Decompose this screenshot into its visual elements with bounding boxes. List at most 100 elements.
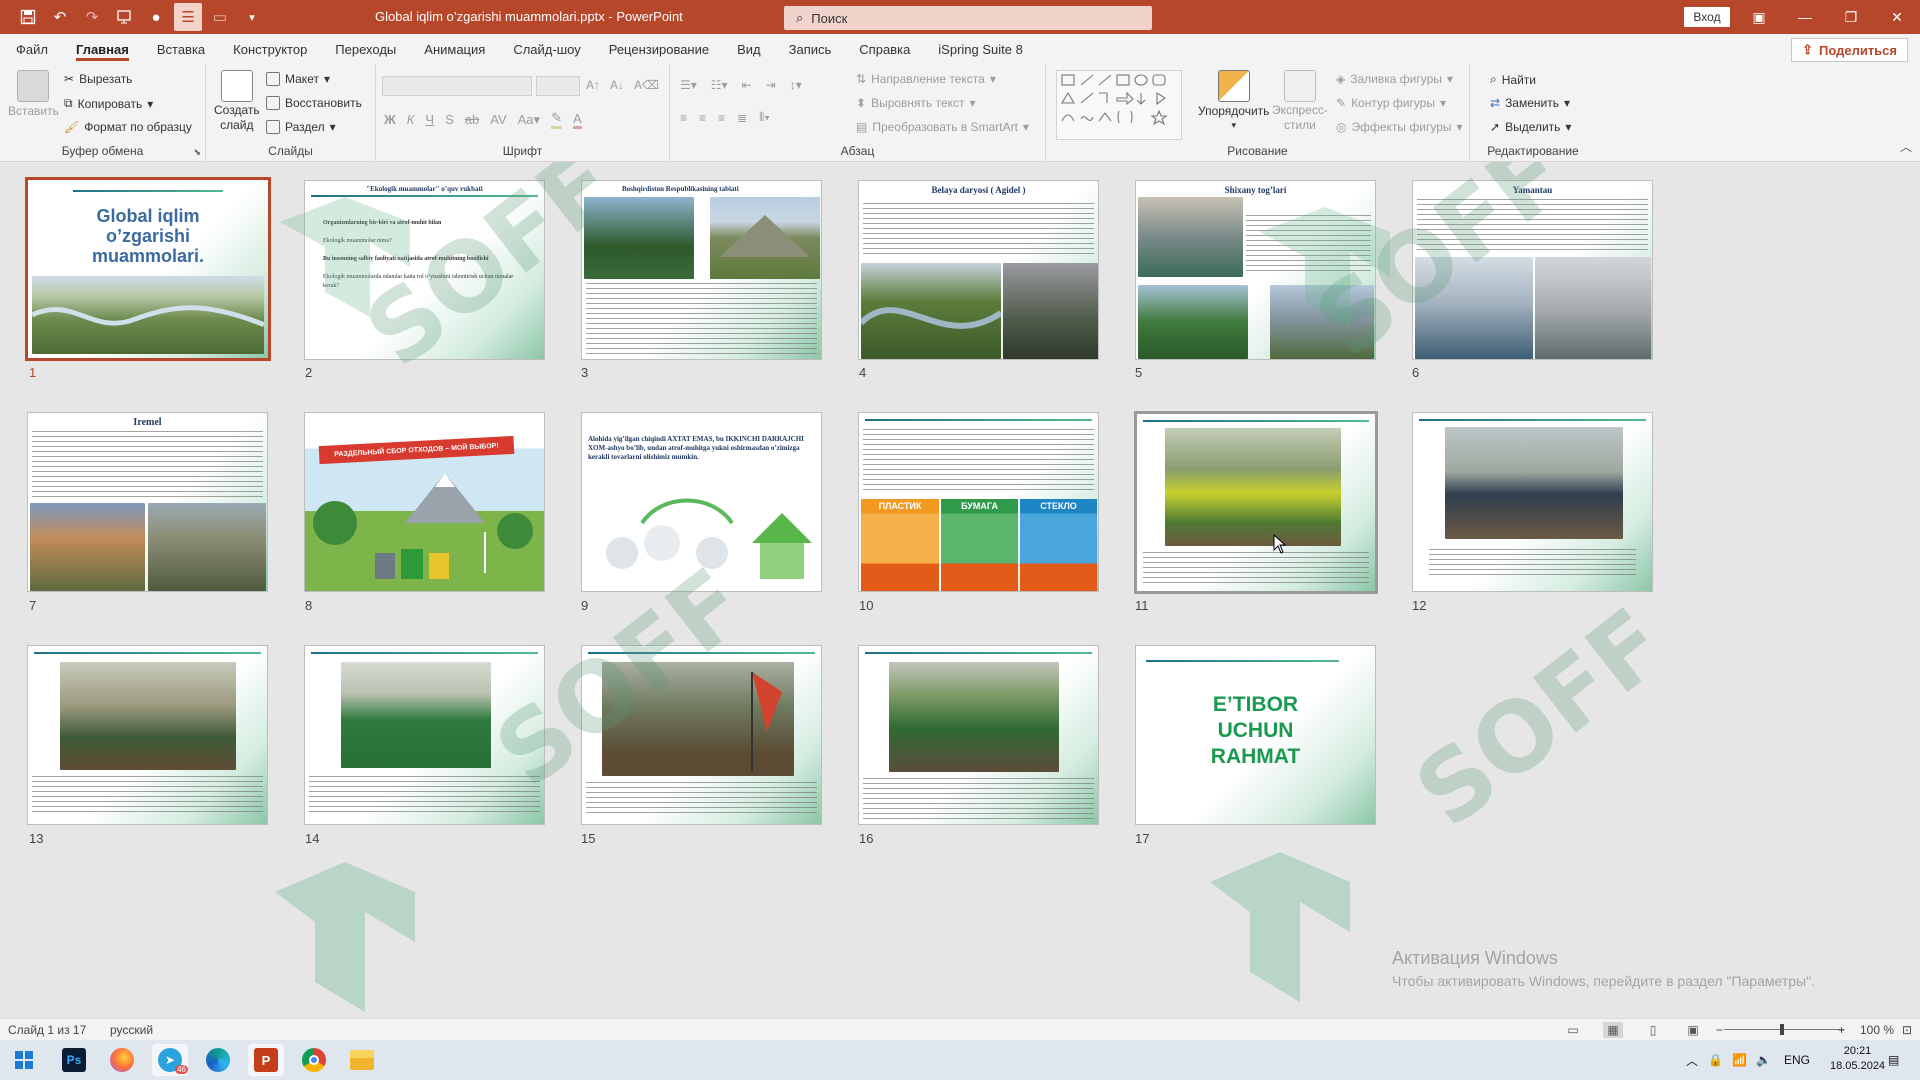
slide-thumbnail-14[interactable] (304, 645, 545, 825)
slide-thumbnail-8[interactable]: РАЗДЕЛЬНЫЙ СБОР ОТХОДОВ – МОЙ ВЫБОР! (304, 412, 545, 592)
shape-fill-button[interactable]: ◈ Заливка фигуры ▾ (1336, 72, 1453, 86)
grow-font-icon[interactable]: A↑ (586, 78, 600, 92)
line-spacing-icon[interactable]: ↕▾ (790, 78, 802, 92)
save-icon[interactable] (14, 3, 42, 31)
change-case-icon[interactable]: Aa▾ (518, 112, 540, 128)
normal-view-icon[interactable]: ☰ (174, 3, 202, 31)
volume-icon[interactable]: 🔈 (1756, 1040, 1771, 1080)
tab-record[interactable]: Запись (775, 34, 846, 64)
section-button[interactable]: Раздел ▾ (266, 120, 336, 134)
chrome-icon[interactable] (296, 1044, 332, 1076)
search-input[interactable]: ⌕ Поиск (784, 6, 1152, 30)
tab-animations[interactable]: Анимация (410, 34, 499, 64)
zoom-out-icon[interactable]: − (1716, 1023, 1723, 1037)
numbering-icon[interactable]: ☷▾ (711, 78, 728, 92)
shrink-font-icon[interactable]: A↓ (610, 78, 624, 92)
tab-view[interactable]: Вид (723, 34, 775, 64)
slideshow-view-icon[interactable]: ▣ (1683, 1022, 1703, 1038)
slide-thumbnail-4[interactable]: Belaya daryosi ( Agidel ) (858, 180, 1099, 360)
notifications-icon[interactable]: ▤ (1888, 1040, 1899, 1080)
highlight-icon[interactable]: ✎ (551, 110, 562, 129)
telegram-icon[interactable]: ➤ 46 (152, 1044, 188, 1076)
columns-icon[interactable]: ⫴▾ (759, 110, 770, 125)
fit-to-window-icon[interactable]: ⊡ (1902, 1023, 1912, 1037)
powerpoint-icon[interactable]: P (248, 1044, 284, 1076)
zoom-slider-track[interactable] (1724, 1029, 1844, 1030)
tab-home[interactable]: Главная (62, 34, 143, 64)
quick-styles-button[interactable]: Экспресс- стили (1272, 70, 1328, 132)
close-button[interactable]: ✕ (1874, 0, 1920, 34)
undo-icon[interactable]: ↶ (46, 3, 74, 31)
file-explorer-icon[interactable] (344, 1044, 380, 1076)
slide-thumbnail-16[interactable] (858, 645, 1099, 825)
zoom-level[interactable]: 100 % (1860, 1023, 1894, 1037)
tab-help[interactable]: Справка (845, 34, 924, 64)
tab-transitions[interactable]: Переходы (321, 34, 410, 64)
zoom-slider-thumb[interactable] (1780, 1024, 1784, 1035)
replace-button[interactable]: ⇄ Заменить ▾ (1490, 96, 1570, 110)
bold-icon[interactable]: Ж (384, 112, 396, 127)
record-icon[interactable]: ● (142, 3, 170, 31)
shape-outline-button[interactable]: ✎ Контур фигуры ▾ (1336, 96, 1446, 110)
wifi-icon[interactable]: 📶 (1732, 1040, 1747, 1080)
security-icon[interactable]: 🔒 (1708, 1040, 1723, 1080)
cut-button[interactable]: ✂ Вырезать (64, 72, 132, 86)
bullets-icon[interactable]: ☰▾ (680, 78, 697, 92)
underline-icon[interactable]: Ч (425, 112, 434, 127)
layout-button[interactable]: Макет ▾ (266, 72, 330, 86)
language-indicator[interactable]: русский (110, 1023, 153, 1037)
start-slideshow-icon[interactable] (110, 3, 138, 31)
tab-file[interactable]: Файл (2, 34, 62, 64)
customize-qat-icon[interactable]: ▾ (238, 3, 266, 31)
copy-button[interactable]: ⧉ Копировать ▾ (64, 96, 153, 111)
format-painter-button[interactable]: 🖌 Формат по образцу (64, 120, 192, 134)
smartart-button[interactable]: ▤ Преобразовать в SmartArt ▾ (856, 120, 1029, 134)
restore-button[interactable]: ❐ (1828, 0, 1874, 34)
slide-thumbnail-10[interactable]: ПЛАСТИК БУМАГА СТЕКЛО (858, 412, 1099, 592)
increase-indent-icon[interactable]: ⇥ (766, 78, 776, 92)
align-right-icon[interactable]: ≡ (718, 111, 725, 125)
slide-thumbnail-2[interactable]: "Ekologik muammolar" o’quv rukbati Organ… (304, 180, 545, 360)
arrange-button[interactable]: Упорядочить ▾ (1198, 70, 1269, 131)
slide-thumbnail-11[interactable] (1134, 411, 1378, 594)
font-size-select[interactable] (536, 76, 580, 96)
clear-format-icon[interactable]: A⌫ (634, 78, 659, 92)
tab-insert[interactable]: Вставка (143, 34, 219, 64)
align-center-icon[interactable]: ≡ (699, 111, 706, 125)
font-family-select[interactable] (382, 76, 532, 96)
minimize-button[interactable]: — (1782, 0, 1828, 34)
reading-view-icon[interactable]: ▯ (1643, 1022, 1663, 1038)
slide-thumbnail-9[interactable]: Alohida yig’ilgan chiqindi AXTAT EMAS, b… (581, 412, 822, 592)
slide-thumbnail-12[interactable] (1412, 412, 1653, 592)
dialog-launcher-icon[interactable]: ⬊ (193, 147, 201, 158)
slide-thumbnail-3[interactable]: Boshqirdiston Respublikasining tabiati (581, 180, 822, 360)
slide-thumbnail-17[interactable]: E’TIBOR UCHUN RAHMAT (1135, 645, 1376, 825)
redo-icon[interactable]: ↷ (78, 3, 106, 31)
firefox-icon[interactable] (104, 1044, 140, 1076)
share-button[interactable]: ⇪ Поделиться (1791, 38, 1908, 62)
shape-effects-button[interactable]: ◎ Эффекты фигуры ▾ (1336, 120, 1463, 134)
font-color-icon[interactable]: A (572, 111, 582, 129)
login-button[interactable]: Вход (1684, 7, 1730, 27)
align-text-button[interactable]: ⬍ Выровнять текст ▾ (856, 96, 976, 110)
collapse-ribbon-icon[interactable]: ︿ (1900, 138, 1912, 155)
ribbon-display-options-icon[interactable]: ▣ (1736, 0, 1782, 34)
italic-icon[interactable]: К (407, 112, 415, 127)
text-direction-button[interactable]: ⇅ Направление текста ▾ (856, 72, 996, 86)
normal-view-icon[interactable]: ▭ (1563, 1022, 1583, 1038)
char-spacing-icon[interactable]: AV (490, 112, 506, 127)
tab-ispring[interactable]: iSpring Suite 8 (924, 34, 1037, 64)
new-slide-button[interactable]: Создать слайд (214, 70, 260, 132)
reset-button[interactable]: Восстановить (266, 96, 362, 110)
shapes-gallery[interactable] (1056, 70, 1182, 140)
tab-design[interactable]: Конструктор (219, 34, 321, 64)
slide-thumbnail-13[interactable] (27, 645, 268, 825)
tab-review[interactable]: Рецензирование (595, 34, 723, 64)
select-button[interactable]: ➚ Выделить ▾ (1490, 120, 1571, 134)
show-hidden-icons-icon[interactable]: ︿ (1686, 1040, 1698, 1080)
align-left-icon[interactable]: ≡ (680, 111, 687, 125)
slide-thumbnail-15[interactable] (581, 645, 822, 825)
slide-thumbnail-1[interactable]: Global iqlim o’zgarishi muammolari. (25, 177, 271, 361)
slide-thumbnail-6[interactable]: Yamantau (1412, 180, 1653, 360)
zoom-in-icon[interactable]: + (1838, 1023, 1845, 1037)
